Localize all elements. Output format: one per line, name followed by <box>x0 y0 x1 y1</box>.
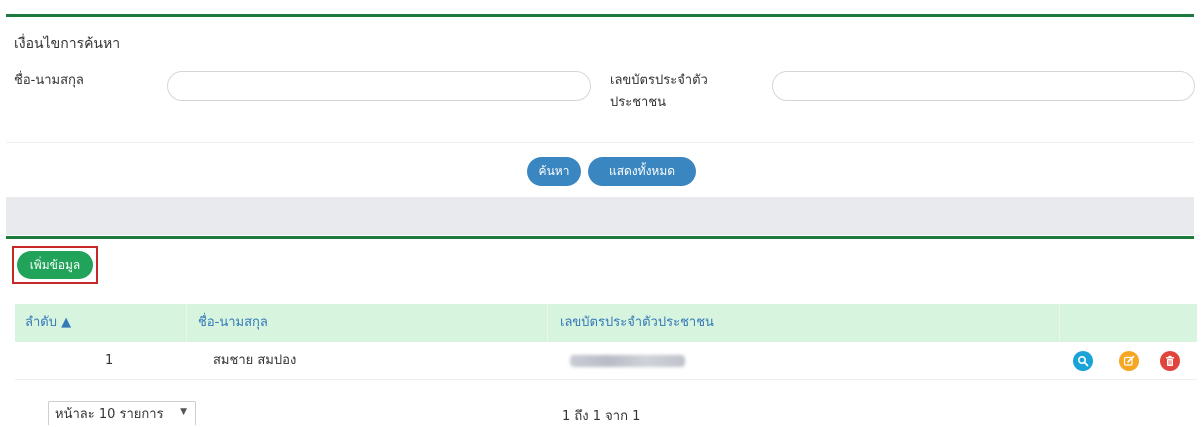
search-panel-title: เงื่อนไขการค้นหา <box>14 36 121 52</box>
column-header-id-number[interactable]: เลขบัตรประจำตัวประชาชน <box>560 304 714 342</box>
id-label-line1: เลขบัตรประจำตัว <box>610 73 708 88</box>
search-divider <box>6 142 1194 143</box>
per-page-value: หน้าละ 10 รายการ <box>55 407 164 422</box>
delete-button[interactable] <box>1160 351 1180 371</box>
add-data-button[interactable]: เพิ่มข้อมูล <box>17 251 93 279</box>
edit-button[interactable] <box>1119 351 1139 371</box>
name-label: ชื่อ-นามสกุล <box>14 73 84 88</box>
row-index: 1 <box>105 353 114 368</box>
id-label-line2: ประชาชน <box>610 95 667 110</box>
separator-band <box>6 197 1194 235</box>
search-icon <box>1077 355 1089 367</box>
column-header-index[interactable]: ลำดับ ▲ <box>25 304 71 342</box>
chevron-down-icon: ▼ <box>180 407 187 417</box>
trash-icon <box>1166 355 1174 366</box>
view-button[interactable] <box>1073 351 1093 371</box>
column-divider <box>547 304 548 342</box>
pagination-info: 1 ถึง 1 จาก 1 <box>562 409 641 424</box>
table-header: ลำดับ ▲ ชื่อ-นามสกุล เลขบัตรประจำตัวประช… <box>15 304 1197 342</box>
row-id-number-redacted <box>570 355 685 367</box>
search-button[interactable]: ค้นหา <box>527 157 581 186</box>
name-input[interactable] <box>167 71 591 101</box>
show-all-button[interactable]: แสดงทั้งหมด <box>588 157 696 186</box>
row-name: สมชาย สมปอง <box>213 353 297 368</box>
per-page-select[interactable]: หน้าละ 10 รายการ ▼ <box>48 401 196 425</box>
table-row: 1 สมชาย สมปอง <box>15 342 1197 380</box>
column-divider <box>186 304 187 342</box>
id-number-input[interactable] <box>772 71 1195 101</box>
column-divider <box>1059 304 1060 342</box>
edit-icon <box>1123 355 1135 366</box>
column-header-name[interactable]: ชื่อ-นามสกุล <box>198 304 268 342</box>
